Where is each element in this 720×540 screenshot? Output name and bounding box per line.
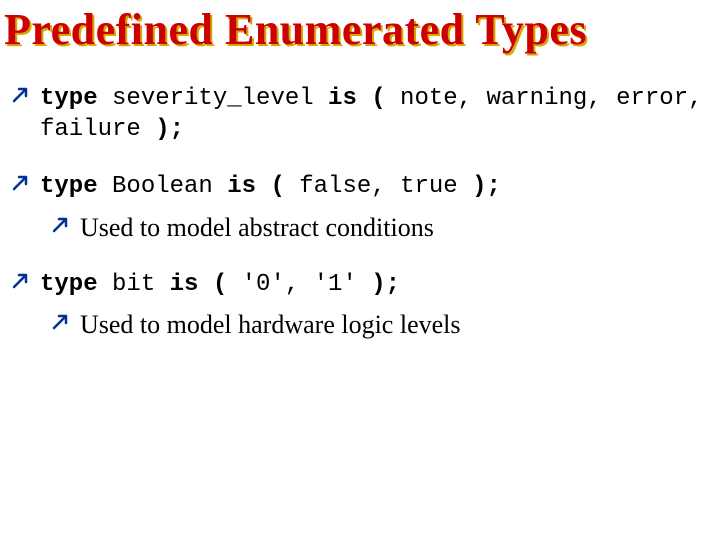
bullet-row: type Boolean is ( false, true ); bbox=[4, 171, 720, 202]
bullet-row: type bit is ( '0', '1' ); bbox=[4, 269, 720, 300]
sub-bullet-row: Used to model abstract conditions bbox=[4, 213, 720, 243]
sub-bullet-text: Used to model abstract conditions bbox=[80, 213, 434, 243]
code-line: type Boolean is ( false, true ); bbox=[40, 171, 501, 202]
bullet-row: type severity_level is ( note, warning, … bbox=[4, 83, 720, 145]
bullet-item: type bit is ( '0', '1' ); Used to model h… bbox=[4, 269, 720, 340]
arrow-icon bbox=[52, 215, 70, 233]
arrow-icon bbox=[12, 271, 30, 289]
arrow-icon bbox=[12, 85, 30, 103]
bullet-item: type severity_level is ( note, warning, … bbox=[4, 83, 720, 145]
bullet-item: type Boolean is ( false, true ); Used to … bbox=[4, 171, 720, 242]
slide-title: Predefined Enumerated Types bbox=[4, 4, 720, 55]
sub-bullet-text: Used to model hardware logic levels bbox=[80, 310, 461, 340]
code-line: type bit is ( '0', '1' ); bbox=[40, 269, 400, 300]
arrow-icon bbox=[12, 173, 30, 191]
arrow-icon bbox=[52, 312, 70, 330]
sub-bullet-row: Used to model hardware logic levels bbox=[4, 310, 720, 340]
code-line: type severity_level is ( note, warning, … bbox=[40, 83, 720, 145]
bullet-list: type severity_level is ( note, warning, … bbox=[4, 83, 720, 340]
